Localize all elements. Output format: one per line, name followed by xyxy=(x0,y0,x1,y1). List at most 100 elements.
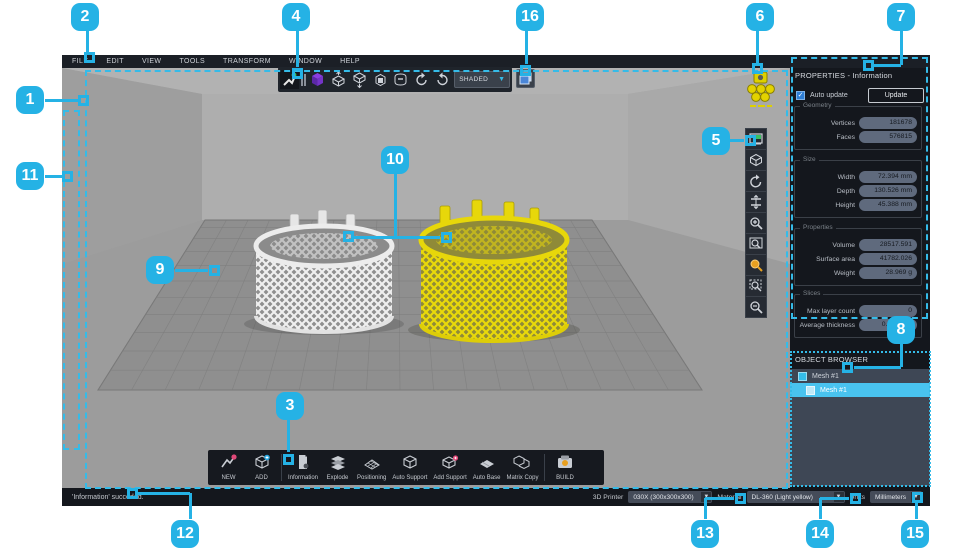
toolbar-separator xyxy=(281,454,282,481)
callout-line xyxy=(45,175,62,178)
render-mode-value: SHADED xyxy=(459,76,488,83)
zoom-highlight-icon[interactable] xyxy=(745,254,767,276)
vertices-value: 181678 xyxy=(859,117,917,129)
rotate-ccw-view-icon[interactable] xyxy=(412,70,431,89)
callout-badge-4: 4 xyxy=(282,3,310,31)
menu-transform[interactable]: TRANSFORM xyxy=(223,58,271,65)
units-dropdown[interactable]: Millimeters ▼ xyxy=(870,491,922,503)
status-bar: 'Information' succeded. 3D Printer 030X … xyxy=(62,488,930,506)
menu-help[interactable]: HELP xyxy=(340,58,360,65)
size-group: Size Width 72.394 mm Depth 130.526 mm He… xyxy=(794,160,922,218)
zoom-out-icon[interactable] xyxy=(745,296,767,318)
faces-value: 576815 xyxy=(859,131,917,143)
auto-support-button[interactable]: Auto Support xyxy=(389,452,430,483)
matrix-copy-button[interactable]: Matrix Copy xyxy=(503,452,541,483)
geometry-group: Geometry Vertices 181678 Faces 576815 xyxy=(794,106,922,150)
object-browser-title: OBJECT BROWSER xyxy=(795,355,868,364)
auto-update-checkbox[interactable]: ✓ xyxy=(796,91,805,100)
callout-badge-11: 11 xyxy=(16,162,44,190)
surface-area-value: 41782.026 mm^2 xyxy=(859,253,917,265)
view-tools-sidebar xyxy=(745,128,768,317)
front-view-icon[interactable] xyxy=(371,70,390,89)
callout-badge-15: 15 xyxy=(901,520,929,548)
information-button[interactable]: Information xyxy=(285,452,321,483)
callout-badge-7: 7 xyxy=(887,3,915,31)
auto-base-button[interactable]: Auto Base xyxy=(470,452,504,483)
object-browser-item[interactable]: Mesh #1 xyxy=(790,369,930,383)
top-view-icon[interactable] xyxy=(329,70,348,89)
object-browser-item-selected[interactable]: Mesh #1 xyxy=(790,383,930,397)
zoom-region-icon[interactable] xyxy=(745,275,767,297)
depth-label: Depth xyxy=(837,188,855,195)
callout-badge-12: 12 xyxy=(171,520,199,548)
mesh-visibility-checkbox[interactable] xyxy=(806,386,815,395)
max-layer-count-label: Max layer count xyxy=(807,308,855,315)
positioning-button[interactable]: Positioning xyxy=(354,452,389,483)
surface-area-label: Surface area xyxy=(816,256,855,263)
auto-update-row: ✓ Auto update Update xyxy=(796,88,924,103)
callout-badge-14: 14 xyxy=(806,520,834,548)
toolbar-separator xyxy=(544,454,545,481)
zoom-window-icon[interactable] xyxy=(745,233,767,255)
menu-view[interactable]: VIEW xyxy=(142,58,162,65)
rotate-icon[interactable] xyxy=(745,170,767,192)
fit-screen-icon[interactable] xyxy=(280,70,299,89)
properties-panel-title: PROPERTIES - Information xyxy=(790,68,930,80)
callout-badge-13: 13 xyxy=(691,520,719,548)
units-label: Units xyxy=(850,494,866,501)
callout-badge-2: 2 xyxy=(71,3,99,31)
printer-dropdown[interactable]: 030X (300x300x300) ▼ xyxy=(628,491,712,503)
bottom-view-icon[interactable] xyxy=(350,70,369,89)
explode-button[interactable]: Explode xyxy=(321,452,354,483)
back-view-icon[interactable] xyxy=(392,70,411,89)
average-thickness-label: Average thickness xyxy=(800,322,855,329)
slices-group: Slices Max layer count 0 Average thickne… xyxy=(794,294,922,338)
move-icon[interactable] xyxy=(745,191,767,213)
material-label: Material xyxy=(717,494,741,501)
toolbar-divider-toggle[interactable] xyxy=(301,72,306,87)
viewport-3d[interactable] xyxy=(62,68,790,488)
status-message: 'Information' succeded. xyxy=(72,494,144,501)
callout-badge-1: 1 xyxy=(16,86,44,114)
menu-window[interactable]: WINDOW xyxy=(289,58,322,65)
chevron-down-icon[interactable]: ▼ xyxy=(701,492,711,502)
update-button[interactable]: Update xyxy=(868,88,924,103)
max-layer-count-value: 0 xyxy=(859,305,917,317)
build-button[interactable]: BUILD xyxy=(548,452,581,483)
chevron-down-icon[interactable]: ▼ xyxy=(911,492,921,502)
menu-tools[interactable]: TOOLS xyxy=(179,58,205,65)
chevron-down-icon: ▼ xyxy=(498,76,505,83)
view-toolbar: SHADED ▼ xyxy=(278,67,512,92)
faces-label: Faces xyxy=(836,134,855,141)
zoom-in-icon[interactable] xyxy=(745,212,767,234)
average-thickness-value: 0.000 mm xyxy=(859,319,917,331)
add-support-button[interactable]: Add Support xyxy=(430,452,469,483)
volume-value: 28517.591 mm^3 xyxy=(859,239,917,251)
snapshot-icon[interactable] xyxy=(516,69,535,88)
add-button[interactable]: ADD xyxy=(245,452,278,483)
render-mode-dropdown[interactable]: SHADED ▼ xyxy=(454,71,510,88)
printer-label: 3D Printer xyxy=(593,494,624,501)
menu-file[interactable]: FILE xyxy=(72,58,88,65)
chevron-down-icon[interactable]: ▼ xyxy=(834,492,844,502)
volume-label: Volume xyxy=(832,242,855,249)
properties-group: Properties Volume 28517.591 mm^3 Surface… xyxy=(794,228,922,286)
width-value: 72.394 mm xyxy=(859,171,917,183)
fit-object-icon[interactable] xyxy=(745,128,767,150)
menu-edit[interactable]: EDIT xyxy=(106,58,124,65)
vertices-label: Vertices xyxy=(831,120,855,127)
iso-view-icon[interactable] xyxy=(308,70,327,89)
status-settings: 3D Printer 030X (300x300x300) ▼ Material… xyxy=(593,491,930,503)
properties-panel: PROPERTIES - Information ✓ Auto update U… xyxy=(790,68,930,488)
depth-value: 130.526 mm xyxy=(859,185,917,197)
view-cube-icon[interactable] xyxy=(745,149,767,171)
mesh-visibility-checkbox[interactable] xyxy=(798,372,807,381)
new-button[interactable]: NEW xyxy=(212,452,245,483)
material-status-icon xyxy=(742,70,778,110)
screenshot-root: FILE EDIT VIEW TOOLS TRANSFORM WINDOW HE… xyxy=(0,0,977,558)
actions-toolbar: NEW ADD Information Explode Positioning … xyxy=(208,450,604,485)
rotate-cw-view-icon[interactable] xyxy=(433,70,452,89)
material-dropdown[interactable]: DL-360 (Light yellow) ▼ xyxy=(747,491,845,503)
weight-label: Weight xyxy=(834,270,855,277)
weight-value: 28.969 g xyxy=(859,267,917,279)
